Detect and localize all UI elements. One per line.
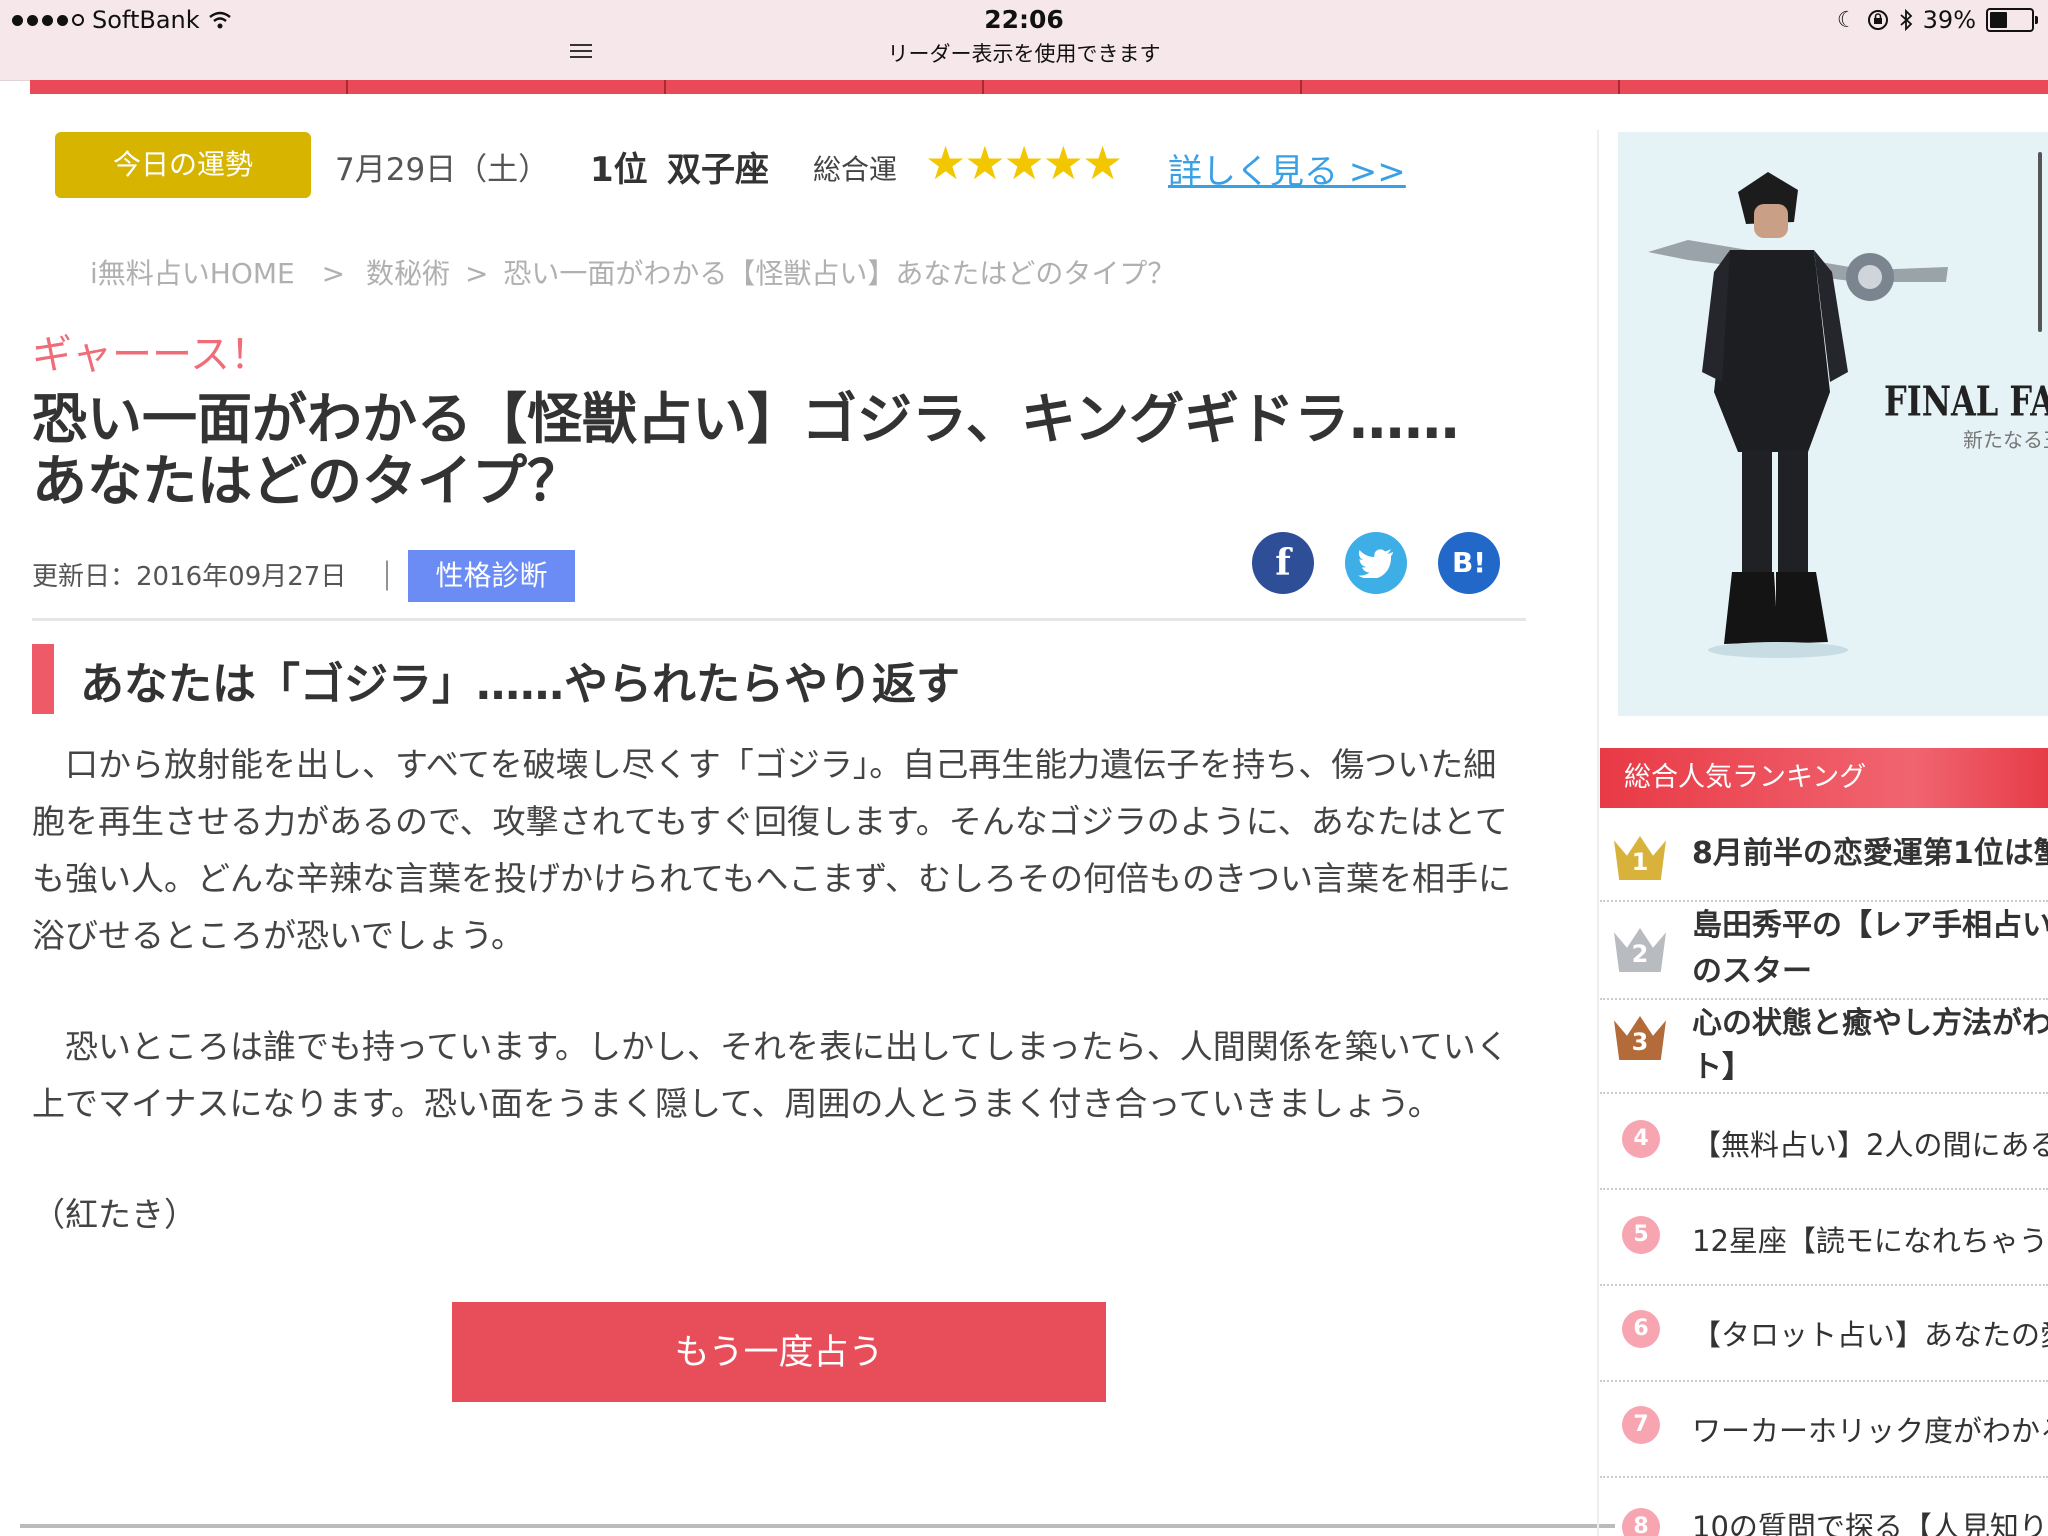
category-tag[interactable]: 性格診断 (408, 550, 575, 602)
battery-level (1990, 12, 2008, 28)
retry-fortune-button[interactable]: もう一度占う (452, 1302, 1106, 1402)
global-nav-strip[interactable] (30, 80, 2048, 94)
title-line-2: あなたはどのタイプ？ (32, 449, 583, 513)
reader-hint[interactable]: リーダー表示を使用できます (0, 38, 2048, 68)
author-credit: （紅たき） (32, 1195, 197, 1234)
breadcrumb: i無料占いHOME > 数秘術 > 恐い一面がわかる【怪獣占い】あなたはどのタイ… (90, 252, 1181, 292)
article-catchphrase: ギャーース！ (32, 332, 270, 378)
ranking-title: 【無料占い】2人の間にある (1692, 1128, 2048, 1162)
ranking-title: 10の質問で探る【人見知り度 (1692, 1510, 2048, 1536)
rank-number-badge: 4 (1622, 1120, 1660, 1158)
rank-number-badge: 6 (1622, 1310, 1660, 1348)
ranking-title: ワーカーホリック度がわかる (1692, 1414, 2048, 1448)
star-rating: ★★★★★ (925, 136, 1123, 190)
fortune-label: 総合運 (813, 153, 898, 186)
meta-separator: ｜ (372, 560, 402, 595)
clock: 22:06 (984, 5, 1064, 34)
ranking-title: 8月前半の恋愛運第1位は蟹 (1692, 836, 2048, 871)
breadcrumb-category[interactable]: 数秘術 (366, 257, 450, 290)
moon-icon: ☾ (1836, 7, 1857, 33)
ad-subtitle: 新たなる王 (1963, 428, 2048, 452)
daily-fortune-bar: 今日の運勢 7月29日（土） 1位 双子座 総合運 ★★★★★ 詳しく見る >> (55, 132, 1455, 198)
breadcrumb-separator: > (464, 257, 489, 290)
rotation-lock-icon (1867, 10, 1888, 30)
article-paragraph-1: 口から放射能を出し、すべてを破壊し尽くす「ゴジラ」。自己再生能力遺伝子を持ち、傷… (32, 745, 1512, 955)
hatena-bookmark-button[interactable]: B! (1438, 532, 1500, 594)
ranking-title: 島田秀平の【レア手相占い (1692, 908, 2048, 943)
battery-percent: 39% (1922, 6, 1976, 34)
fortune-date: 7月29日（土） (335, 152, 550, 188)
daily-fortune-badge: 今日の運勢 (55, 132, 311, 198)
ad-scrollbar (2038, 152, 2042, 332)
ranking-title: 12星座【読モになれちゃう】 (1692, 1224, 2048, 1258)
ranking-item-8[interactable]: 8 10の質問で探る【人見知り度 (1600, 1478, 2048, 1536)
ranking-title-cont: ト】 (1692, 1050, 1752, 1085)
ranking-title: 心の状態と癒やし方法がわ (1692, 1006, 2048, 1041)
breadcrumb-home[interactable]: i無料占いHOME (90, 257, 295, 290)
heading-accent-bar (32, 644, 54, 714)
ranking-title-cont: のスター (1692, 954, 1812, 989)
bluetooth-icon (1900, 9, 1912, 31)
ranking-item-5[interactable]: 5 12星座【読モになれちゃう】 (1600, 1190, 2048, 1286)
facebook-share-button[interactable]: f (1252, 532, 1314, 594)
gold-crown-icon: 1 (1614, 836, 1666, 880)
rank-number-badge: 8 (1622, 1508, 1660, 1536)
ad-logo: FINAL FANTASY (1884, 376, 2048, 426)
breadcrumb-current: 恐い一面がわかる【怪獣占い】あなたはどのタイプ？ (503, 257, 1176, 290)
updated-date: 更新日：2016年09月27日 (32, 562, 347, 592)
fortune-sign: 双子座 (667, 150, 769, 190)
ranking-header: 総合人気ランキング (1600, 748, 2048, 808)
sidebar-divider (1597, 130, 1599, 1536)
article-paragraph-2: 恐いところは誰でも持っています。しかし、それを表に出してしまったら、人間関係を築… (32, 1027, 1509, 1123)
sidebar-ad-banner[interactable]: FINAL FANTASY 新たなる王 (1618, 132, 2048, 716)
divider (32, 618, 1526, 621)
ranking-item-6[interactable]: 6 【タロット占い】あなたの愛 (1600, 1286, 2048, 1382)
hatena-icon: B! (1451, 546, 1487, 579)
ranking-item-7[interactable]: 7 ワーカーホリック度がわかる (1600, 1382, 2048, 1478)
ranking-item-3[interactable]: 3 心の状態と癒やし方法がわ ト】 (1600, 1000, 2048, 1094)
ranking-item-2[interactable]: 2 島田秀平の【レア手相占い のスター (1600, 902, 2048, 1000)
battery-icon (1986, 8, 2038, 32)
twitter-bird-icon (1358, 549, 1393, 580)
ranking-title: 【タロット占い】あなたの愛 (1692, 1318, 2048, 1352)
ranking-item-4[interactable]: 4 【無料占い】2人の間にある (1600, 1094, 2048, 1190)
bronze-crown-icon: 3 (1614, 1016, 1666, 1060)
title-line-1: 恐い一面がわかる【怪獣占い】ゴジラ、キングギドラ…… (32, 387, 1460, 451)
result-heading: あなたは「ゴジラ」……やられたらやり返す (80, 659, 960, 710)
status-bar: SoftBank 22:06 ☾ 39% リーダー表示を使用できます (0, 0, 2048, 81)
fortune-more-link[interactable]: 詳しく見る >> (1168, 144, 1406, 193)
status-right: ☾ 39% (1836, 6, 2038, 34)
rank-number-badge: 7 (1622, 1406, 1660, 1444)
twitter-share-button[interactable] (1345, 532, 1407, 594)
facebook-icon: f (1275, 542, 1291, 584)
page-scroll-indicator (20, 1524, 1615, 1528)
page-title: 恐い一面がわかる【怪獣占い】ゴジラ、キングギドラ…… あなたはどのタイプ？ (32, 388, 1512, 512)
ranking-item-1[interactable]: 1 8月前半の恋愛運第1位は蟹 (1600, 812, 2048, 902)
fortune-rank: 1位 (590, 150, 648, 190)
rank-number-badge: 5 (1622, 1216, 1660, 1254)
silver-crown-icon: 2 (1614, 928, 1666, 972)
breadcrumb-separator: > (321, 257, 346, 290)
